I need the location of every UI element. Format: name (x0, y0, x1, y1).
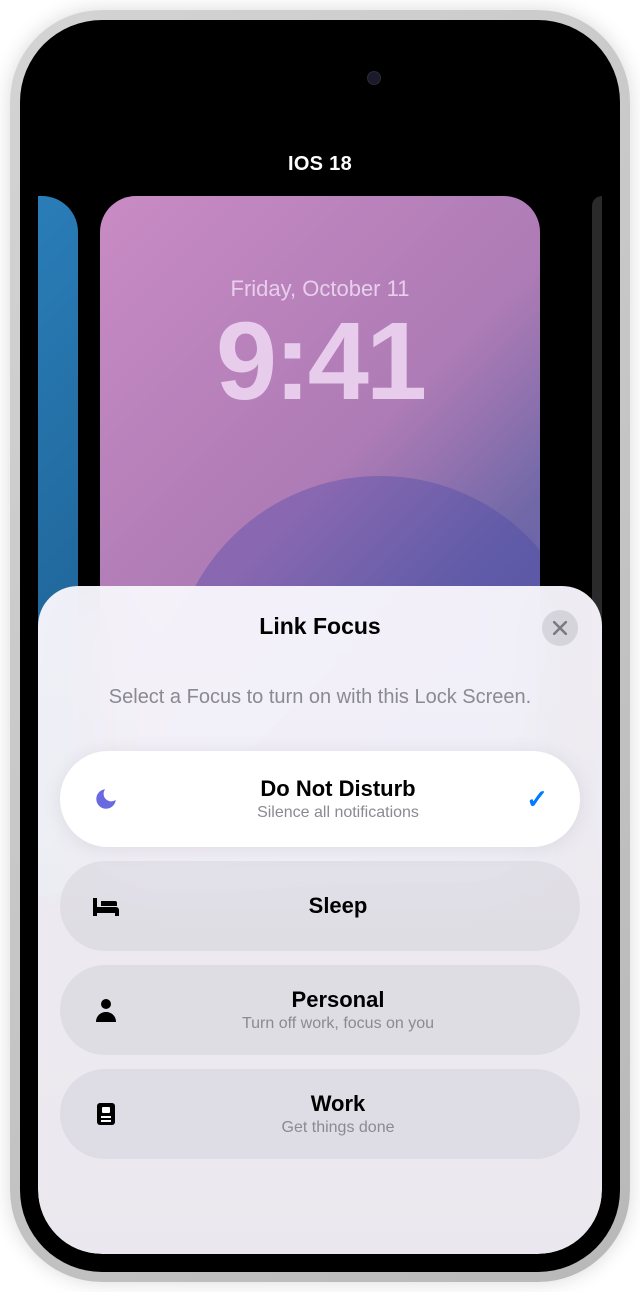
focus-text: Sleep (124, 893, 552, 919)
moon-icon (88, 786, 124, 812)
focus-option-work[interactable]: Work Get things done (60, 1069, 580, 1159)
sheet-description: Select a Focus to turn on with this Lock… (60, 684, 580, 711)
checkmark-icon: ✓ (526, 784, 548, 815)
focus-option-subtitle: Get things done (124, 1119, 552, 1137)
device-frame: IOS 18 Friday, October 11 9:41 Link Focu… (10, 10, 630, 1282)
person-icon (88, 998, 124, 1022)
focus-option-personal[interactable]: Personal Turn off work, focus on you (60, 965, 580, 1055)
close-button[interactable] (542, 610, 578, 646)
close-icon (553, 621, 567, 635)
focus-option-title: Do Not Disturb (124, 776, 552, 802)
device-bezel: IOS 18 Friday, October 11 9:41 Link Focu… (20, 20, 620, 1272)
screen: IOS 18 Friday, October 11 9:41 Link Focu… (38, 38, 602, 1254)
focus-option-title: Sleep (124, 893, 552, 919)
focus-option-title: Personal (124, 987, 552, 1013)
focus-option-do-not-disturb[interactable]: Do Not Disturb Silence all notifications… (60, 751, 580, 847)
sheet-header: Link Focus (60, 610, 580, 642)
focus-text: Do Not Disturb Silence all notifications (124, 776, 552, 822)
focus-option-subtitle: Turn off work, focus on you (124, 1015, 552, 1033)
link-focus-sheet: Link Focus Select a Focus to turn on wit… (38, 586, 602, 1254)
focus-option-subtitle: Silence all notifications (124, 804, 552, 822)
camera-icon (367, 71, 381, 85)
focus-text: Work Get things done (124, 1091, 552, 1137)
sheet-title: Link Focus (259, 613, 380, 640)
page-title: IOS 18 (38, 153, 602, 176)
focus-option-sleep[interactable]: Sleep (60, 861, 580, 951)
lockscreen-time: 9:41 (100, 298, 540, 425)
focus-option-title: Work (124, 1091, 552, 1117)
focus-list: Do Not Disturb Silence all notifications… (60, 751, 580, 1159)
badge-icon (88, 1101, 124, 1127)
focus-text: Personal Turn off work, focus on you (124, 987, 552, 1033)
dynamic-island (245, 58, 395, 98)
bed-icon (88, 895, 124, 917)
